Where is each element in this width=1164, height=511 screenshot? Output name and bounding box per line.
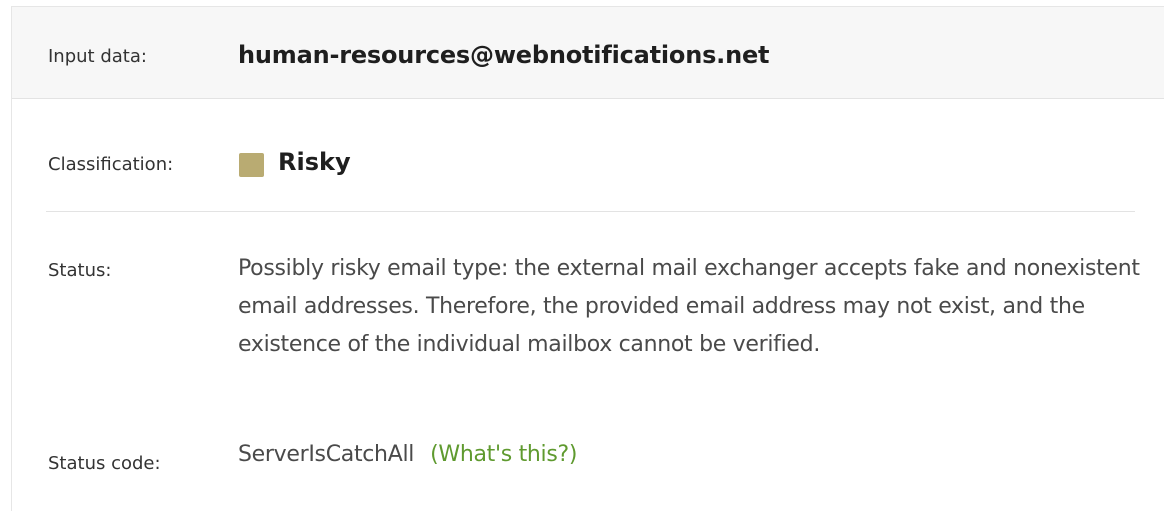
classification-value: Risky [278, 148, 351, 176]
input-data-label: Input data: [48, 46, 147, 67]
status-code-row: ServerIsCatchAll (What's this?) [238, 442, 577, 467]
status-code-value: ServerIsCatchAll [238, 442, 415, 467]
classification-color-swatch [239, 153, 264, 177]
classification-label: Classification: [48, 154, 174, 175]
status-label: Status: [48, 260, 112, 281]
section-divider [46, 211, 1135, 212]
whats-this-link[interactable]: (What's this?) [430, 442, 577, 467]
status-description: Possibly risky email type: the external … [238, 256, 1140, 357]
status-code-label: Status code: [48, 453, 161, 474]
input-data-row: Input data: human-resources@webnotificat… [12, 7, 1164, 99]
verification-result-panel: Input data: human-resources@webnotificat… [11, 6, 1164, 511]
input-email-value: human-resources@webnotifications.net [238, 41, 770, 69]
